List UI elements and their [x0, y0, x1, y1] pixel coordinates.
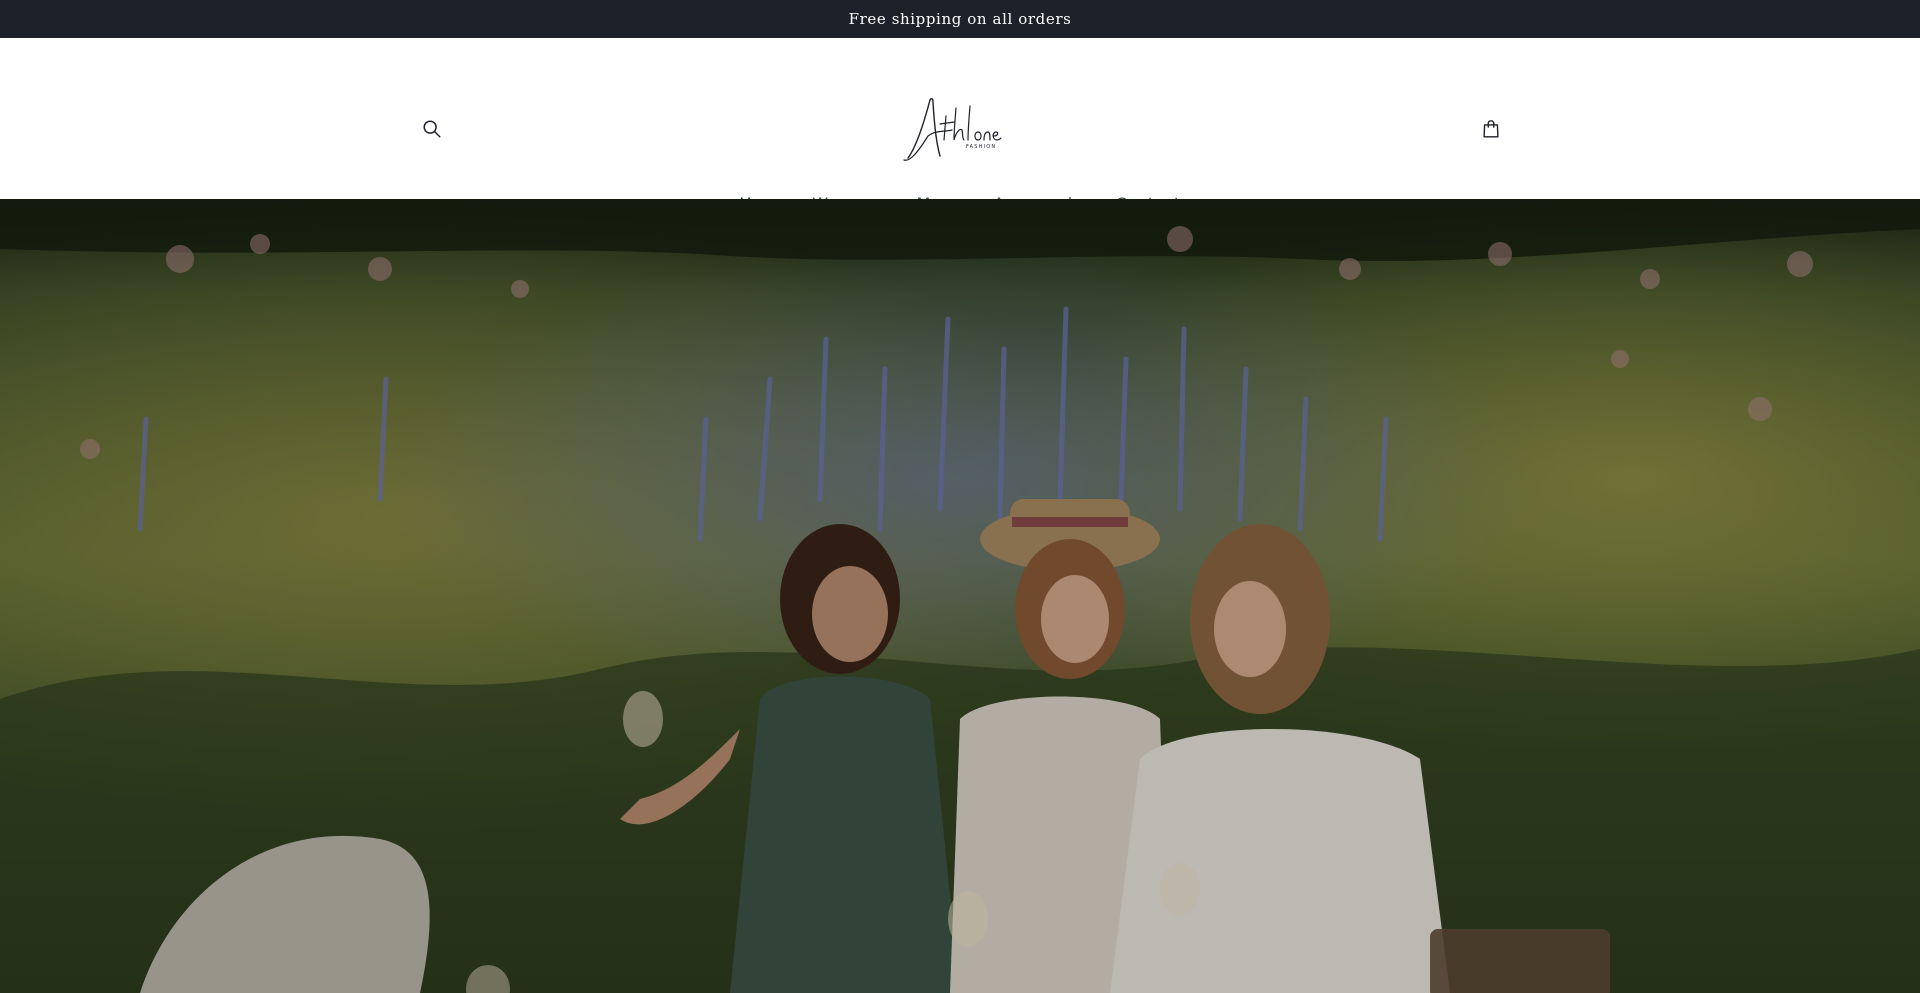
announcement-bar: Free shipping on all orders	[0, 0, 1920, 38]
site-header: FASHION Home Women Men Accessories C	[0, 38, 1920, 213]
cart-bag-icon	[1483, 120, 1499, 138]
cart-button[interactable]	[1469, 107, 1513, 151]
athlone-logo: FASHION	[903, 98, 1002, 161]
logo-subtitle: FASHION	[966, 144, 996, 150]
announcement-text: Free shipping on all orders	[848, 10, 1072, 28]
search-icon	[423, 120, 441, 138]
hero-photo	[0, 199, 1920, 993]
hero-banner-image	[0, 199, 1920, 993]
site-logo[interactable]: FASHION	[900, 90, 1015, 164]
search-button[interactable]	[410, 107, 454, 151]
